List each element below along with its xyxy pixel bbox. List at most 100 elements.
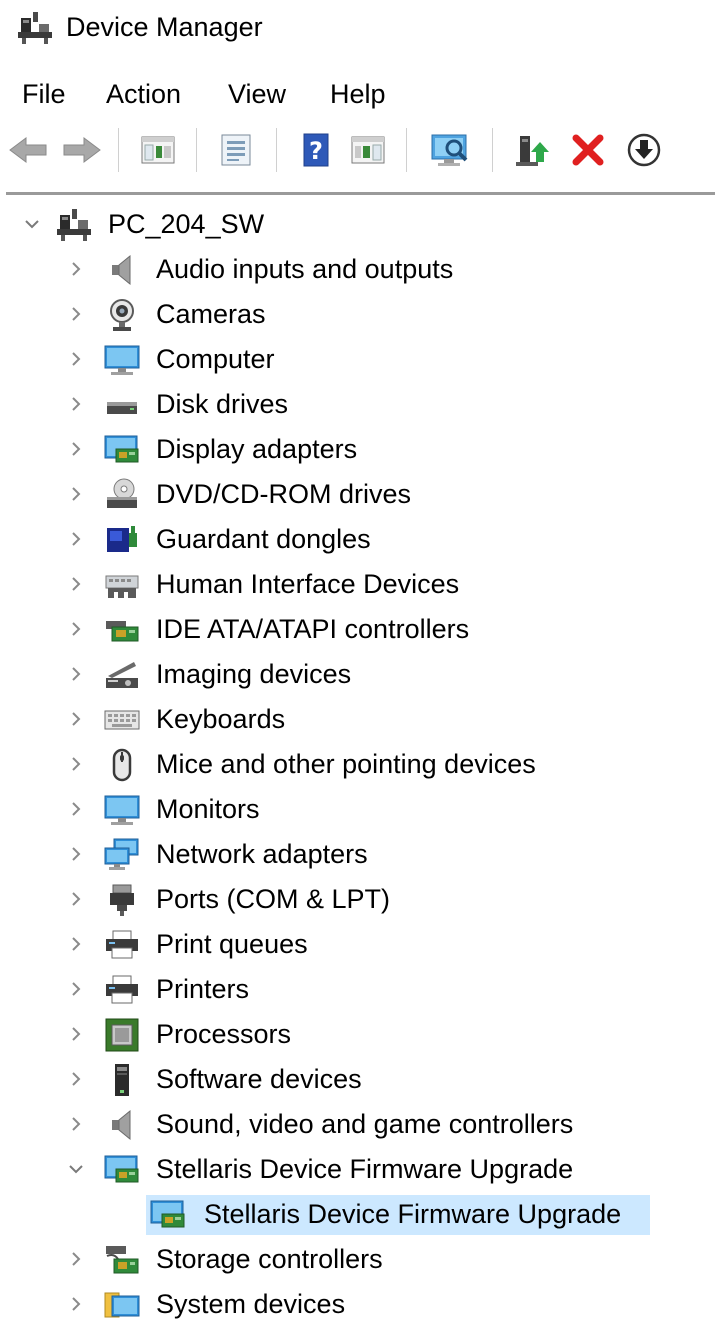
chevron-right-icon[interactable] <box>66 1069 86 1089</box>
chevron-right-icon[interactable] <box>66 889 86 909</box>
speaker-icon <box>104 253 140 287</box>
disable-device-button[interactable] <box>622 128 666 172</box>
chevron-down-icon[interactable] <box>66 1159 86 1179</box>
forward-button[interactable] <box>60 128 104 172</box>
tree-item-system-devices[interactable]: System devices <box>0 1282 715 1327</box>
tree-item-human-interface-devices[interactable]: Human Interface Devices <box>0 562 715 607</box>
chevron-right-icon[interactable] <box>66 754 86 774</box>
tree-item-label: Ports (COM & LPT) <box>156 884 391 914</box>
tree-item-label: Audio inputs and outputs <box>156 254 454 284</box>
chevron-right-icon[interactable] <box>66 259 86 279</box>
tree-root-node[interactable]: PC_204_SW <box>0 202 715 247</box>
show-hide-console-tree-button[interactable] <box>136 128 180 172</box>
tree-item-computer[interactable]: Computer <box>0 337 715 382</box>
tree-item-sound-video-and-game-controllers[interactable]: Sound, video and game controllers <box>0 1102 715 1147</box>
chevron-right-icon[interactable] <box>66 1294 86 1314</box>
chevron-right-icon[interactable] <box>66 304 86 324</box>
tree-item-monitors[interactable]: Monitors <box>0 787 715 832</box>
tree-item-network-adapters[interactable]: Network adapters <box>0 832 715 877</box>
chevron-right-icon[interactable] <box>66 664 86 684</box>
update-driver-button[interactable] <box>510 128 554 172</box>
tree-item-label: Disk drives <box>156 389 289 419</box>
toolbar-separator <box>276 128 277 172</box>
chevron-right-icon[interactable] <box>66 484 86 504</box>
toolbar-separator <box>406 128 407 172</box>
menu-view[interactable]: View <box>228 76 286 112</box>
mouse-icon <box>104 748 140 782</box>
disk-drive-icon <box>104 388 140 422</box>
menu-help[interactable]: Help <box>330 76 386 112</box>
chevron-right-icon[interactable] <box>66 709 86 729</box>
tree-item-label: Print queues <box>156 929 308 959</box>
show-action-pane-button[interactable] <box>346 128 390 172</box>
webcam-icon <box>104 298 140 332</box>
tree-item-label: Sound, video and game controllers <box>156 1109 574 1139</box>
tree-item-mice-and-other-pointing-devices[interactable]: Mice and other pointing devices <box>0 742 715 787</box>
speaker-icon <box>104 1108 140 1142</box>
menu-action[interactable]: Action <box>106 76 181 112</box>
tree-item-label: Mice and other pointing devices <box>156 749 536 779</box>
tree-item-ports-com-lpt[interactable]: Ports (COM & LPT) <box>0 877 715 922</box>
tree-item-display-adapters[interactable]: Display adapters <box>0 427 715 472</box>
tree-item-keyboards[interactable]: Keyboards <box>0 697 715 742</box>
chevron-right-icon[interactable] <box>66 844 86 864</box>
ide-controller-icon <box>104 613 140 647</box>
tree-item-label: Cameras <box>156 299 266 329</box>
console-tree-icon <box>141 136 175 164</box>
tree-item-disk-drives[interactable]: Disk drives <box>0 382 715 427</box>
tree-item-label: Imaging devices <box>156 659 352 689</box>
chevron-right-icon[interactable] <box>66 439 86 459</box>
printer-icon <box>104 928 140 962</box>
tree-item-storage-controllers[interactable]: Storage controllers <box>0 1237 715 1282</box>
tree-item-printers[interactable]: Printers <box>0 967 715 1012</box>
properties-button[interactable] <box>214 128 258 172</box>
chevron-right-icon[interactable] <box>66 799 86 819</box>
down-arrow-circle-icon <box>627 133 661 167</box>
chevron-right-icon[interactable] <box>66 529 86 549</box>
tree-item-print-queues[interactable]: Print queues <box>0 922 715 967</box>
chevron-right-icon[interactable] <box>66 934 86 954</box>
scan-hardware-changes-button[interactable] <box>428 128 472 172</box>
chevron-right-icon[interactable] <box>66 1024 86 1044</box>
tree-item-label: Processors <box>156 1019 292 1049</box>
chevron-right-icon[interactable] <box>66 979 86 999</box>
chevron-right-icon[interactable] <box>66 394 86 414</box>
tree-root-label: PC_204_SW <box>108 209 265 239</box>
chevron-right-icon[interactable] <box>66 619 86 639</box>
tree-item-cameras[interactable]: Cameras <box>0 292 715 337</box>
tree-item-label: IDE ATA/ATAPI controllers <box>156 614 470 644</box>
tree-item-stellaris-device-firmware-upgrade[interactable]: Stellaris Device Firmware Upgrade <box>0 1147 715 1192</box>
tree-item-label: Printers <box>156 974 250 1004</box>
processor-icon <box>104 1018 140 1052</box>
svg-text:?: ? <box>309 137 323 165</box>
tree-item-stellaris-dfu-device[interactable]: Stellaris Device Firmware Upgrade <box>0 1192 715 1237</box>
tree-item-label: Software devices <box>156 1064 362 1094</box>
tree-item-label: Display adapters <box>156 434 358 464</box>
back-button[interactable] <box>6 128 50 172</box>
display-adapter-icon <box>104 1153 140 1187</box>
tree-item-processors[interactable]: Processors <box>0 1012 715 1057</box>
properties-icon <box>221 134 251 166</box>
tree-item-label: Network adapters <box>156 839 368 869</box>
uninstall-device-button[interactable] <box>566 128 610 172</box>
toolbar-divider <box>6 192 715 195</box>
chevron-right-icon[interactable] <box>66 1249 86 1269</box>
toolbar-separator <box>118 128 119 172</box>
menu-file[interactable]: File <box>22 76 66 112</box>
tree-item-ide-ata-atapi-controllers[interactable]: IDE ATA/ATAPI controllers <box>0 607 715 652</box>
chevron-right-icon[interactable] <box>66 574 86 594</box>
system-devices-icon <box>104 1288 140 1322</box>
tree-item-software-devices[interactable]: Software devices <box>0 1057 715 1102</box>
help-button[interactable]: ? <box>294 128 338 172</box>
dvd-drive-icon <box>104 478 140 512</box>
software-device-icon <box>104 1063 140 1097</box>
chevron-right-icon[interactable] <box>66 349 86 369</box>
tree-item-audio-inputs-and-outputs[interactable]: Audio inputs and outputs <box>0 247 715 292</box>
toolbar: ? <box>0 124 715 184</box>
chevron-down-icon[interactable] <box>22 214 42 234</box>
tree-item-guardant-dongles[interactable]: Guardant dongles <box>0 517 715 562</box>
tree-item-imaging-devices[interactable]: Imaging devices <box>0 652 715 697</box>
tree-item-dvd-cd-rom-drives[interactable]: DVD/CD-ROM drives <box>0 472 715 517</box>
help-icon: ? <box>303 133 329 167</box>
chevron-right-icon[interactable] <box>66 1114 86 1134</box>
